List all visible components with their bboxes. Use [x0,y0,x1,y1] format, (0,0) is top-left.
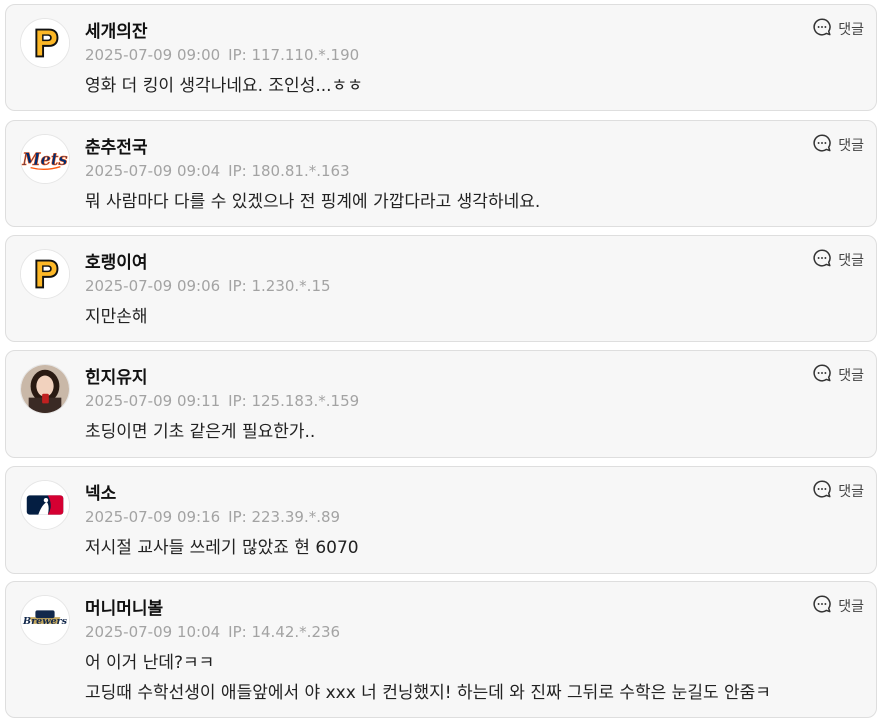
comment-card-2: Mets 춘추전국 2025-07-09 09:04 IP: 180.81.*.1… [5,120,877,227]
comment-card-5: 넥소 2025-07-09 09:16 IP: 223.39.*.89 저시절 교… [5,466,877,574]
comment-ip: IP: 180.81.*.163 [228,162,350,180]
comment-datetime: 2025-07-09 10:04 [85,623,221,641]
comment-text: 지만손해 [85,306,148,336]
speech-bubble-icon [812,479,838,503]
comment-text: 어 이거 난데?ㅋㅋ 고딩때 수학선생이 애들앞에서 야 xxx 너 컨닝했지! … [85,652,771,712]
user-photo[interactable] [20,364,70,414]
comment-meta: 2025-07-09 09:16 IP: 223.39.*.89 [85,508,340,526]
comment-card-6: Brewers 머니머니볼 2025-07-09 10:04 IP: 14.42.… [5,581,877,718]
comment-meta: 2025-07-09 09:04 IP: 180.81.*.163 [85,162,350,180]
reply-label: 댓글 [838,368,864,384]
comment-meta: 2025-07-09 09:11 IP: 125.183.*.159 [85,392,359,410]
comment-line: 지만손해 [85,307,148,327]
milwaukee-brewers-logo[interactable]: Brewers [20,595,70,645]
svg-text:Mets: Mets [21,150,67,169]
comment-nickname[interactable]: 호랭이여 [85,248,148,273]
speech-bubble-icon [812,133,838,157]
reply-label: 댓글 [838,253,864,269]
comment-line: 초딩이면 기초 같은게 필요한가.. [85,422,316,442]
comment-line: 어 이거 난데?ㅋㅋ [85,653,215,673]
comment-nickname[interactable]: 힌지유지 [85,363,148,388]
comment-card-3: 호랭이여 2025-07-09 09:06 IP: 1.230.*.15 지만손해… [5,235,877,342]
speech-bubble-icon [812,17,838,41]
comment-line: 저시절 교사들 쓰레기 많았죠 현 6070 [85,538,359,558]
comment-ip: IP: 1.230.*.15 [228,277,331,295]
comment-card-1: 세개의잔 2025-07-09 09:00 IP: 117.110.*.190 영… [5,4,877,111]
comment-meta: 2025-07-09 10:04 IP: 14.42.*.236 [85,623,340,641]
comment-ip: IP: 223.39.*.89 [228,508,341,526]
comment-datetime: 2025-07-09 09:04 [85,162,221,180]
comment-datetime: 2025-07-09 09:06 [85,277,221,295]
comment-line: 고딩때 수학선생이 애들앞에서 야 xxx 너 컨닝했지! 하는데 와 진짜 그… [85,683,771,703]
svg-text:Brewers: Brewers [22,616,68,627]
comment-datetime: 2025-07-09 09:00 [85,46,221,64]
mlb-logo[interactable] [20,480,70,530]
pittsburgh-pirates-logo[interactable] [20,18,70,68]
pittsburgh-pirates-logo[interactable] [20,249,70,299]
comment-nickname[interactable]: 춘추전국 [85,133,148,158]
reply-label: 댓글 [838,22,864,38]
comment-list: 세개의잔 2025-07-09 09:00 IP: 117.110.*.190 영… [0,0,891,725]
reply-button[interactable]: 댓글 [812,248,864,272]
comment-ip: IP: 125.183.*.159 [228,392,360,410]
reply-button[interactable]: 댓글 [812,133,864,157]
comment-meta: 2025-07-09 09:06 IP: 1.230.*.15 [85,277,331,295]
reply-button[interactable]: 댓글 [812,17,864,41]
comment-text: 영화 더 킹이 생각나네요. 조인성...ㅎㅎ [85,75,363,105]
comment-ip: IP: 117.110.*.190 [228,46,360,64]
comment-meta: 2025-07-09 09:00 IP: 117.110.*.190 [85,46,359,64]
comment-datetime: 2025-07-09 09:16 [85,508,221,526]
new-york-mets-logo[interactable]: Mets [20,134,70,184]
comment-text: 저시절 교사들 쓰레기 많았죠 현 6070 [85,537,359,567]
comment-line: 뭐 사람마다 다를 수 있겠으나 전 핑계에 가깝다라고 생각하네요. [85,192,541,212]
speech-bubble-icon [812,363,838,387]
reply-label: 댓글 [838,484,864,500]
reply-button[interactable]: 댓글 [812,594,864,618]
comment-nickname[interactable]: 머니머니볼 [85,594,163,619]
reply-label: 댓글 [838,138,864,154]
speech-bubble-icon [812,594,838,618]
comment-ip: IP: 14.42.*.236 [228,623,341,641]
reply-button[interactable]: 댓글 [812,363,864,387]
reply-button[interactable]: 댓글 [812,479,864,503]
speech-bubble-icon [812,248,838,272]
comment-line: 영화 더 킹이 생각나네요. 조인성...ㅎㅎ [85,76,363,96]
comment-nickname[interactable]: 넥소 [85,479,116,504]
comment-nickname[interactable]: 세개의잔 [85,17,148,42]
reply-label: 댓글 [838,599,864,615]
comment-text: 뭐 사람마다 다를 수 있겠으나 전 핑계에 가깝다라고 생각하네요. [85,191,540,221]
comment-card-4: 힌지유지 2025-07-09 09:11 IP: 125.183.*.159 초… [5,350,877,458]
comment-datetime: 2025-07-09 09:11 [85,392,221,410]
comment-text: 초딩이면 기초 같은게 필요한가.. [85,421,315,451]
